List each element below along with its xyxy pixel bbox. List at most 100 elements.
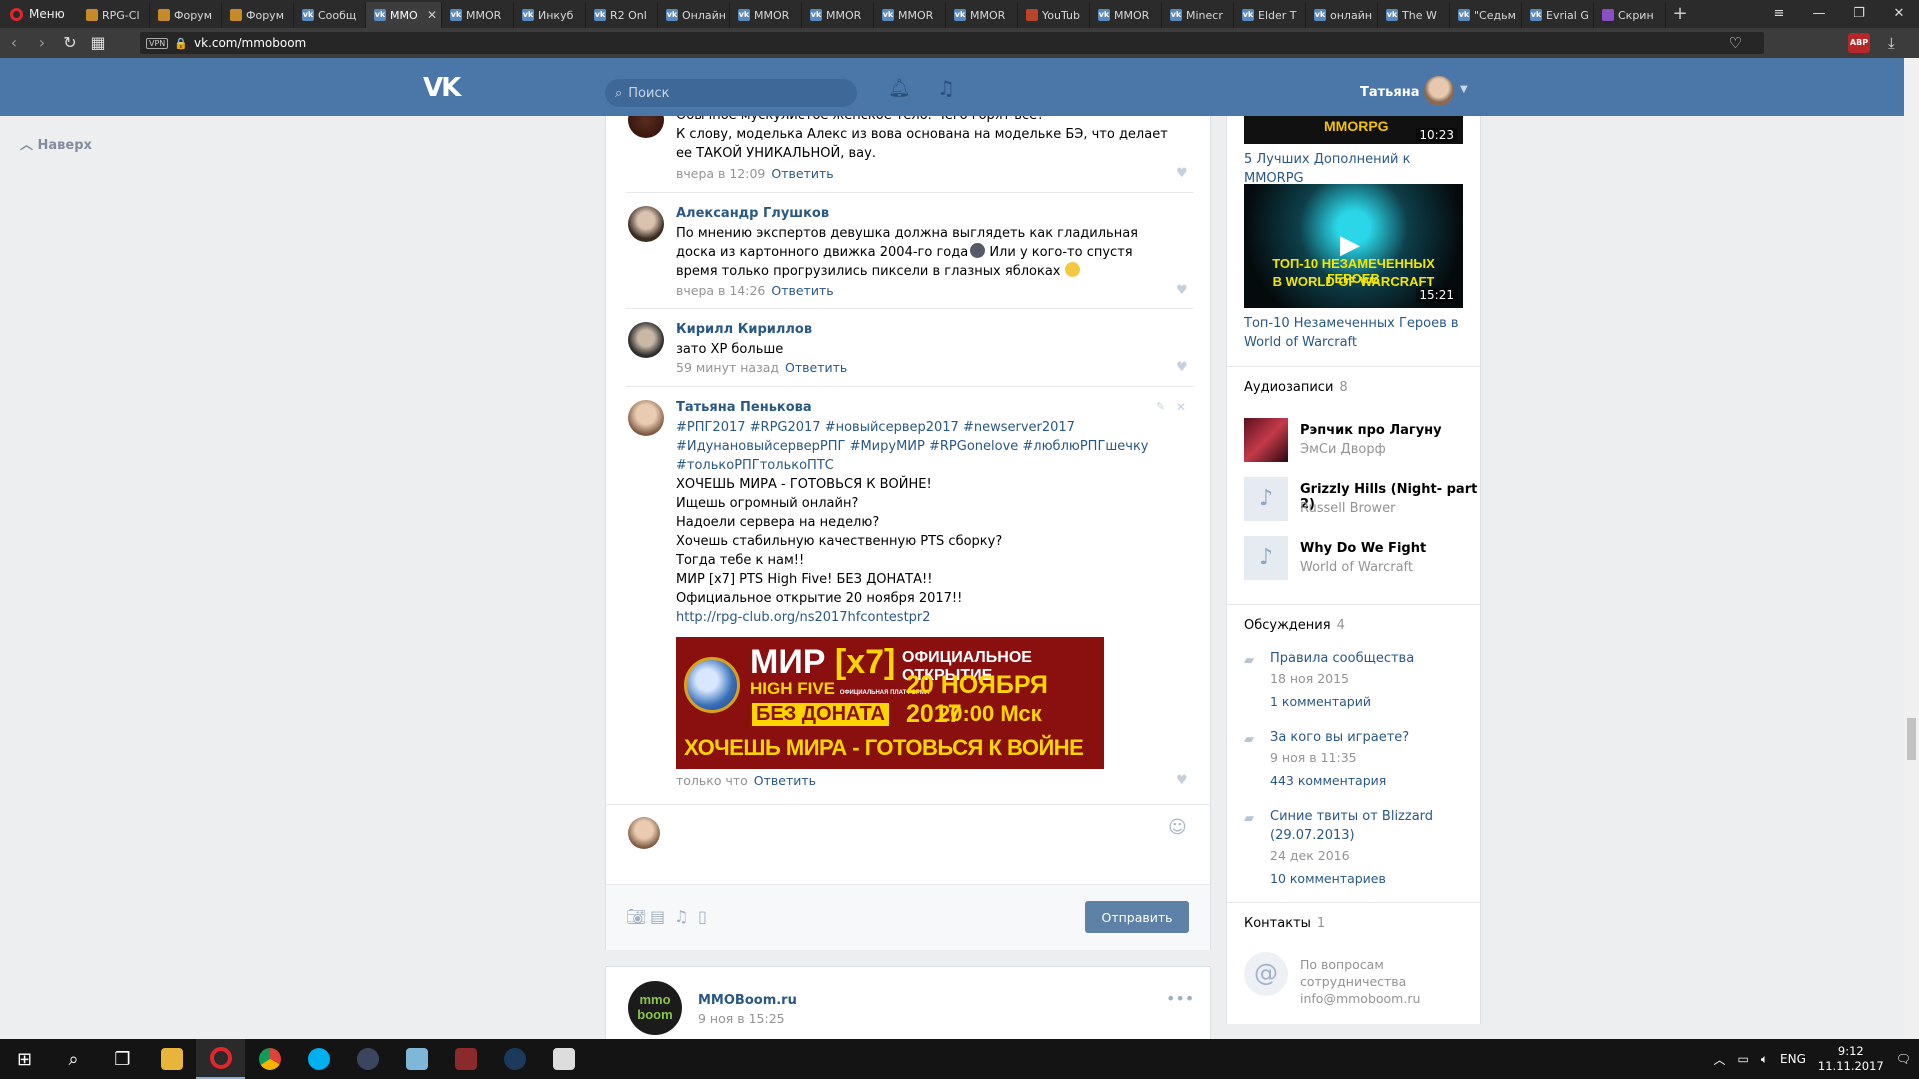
discussion-title[interactable]: Правила сообщества (1270, 649, 1470, 668)
send-button[interactable]: Отправить (1085, 901, 1189, 933)
audio-title[interactable]: Why Do We Fight (1300, 541, 1426, 556)
promo-banner-image[interactable]: МИР [x7] HIGH FIVE ОФИЦИАЛЬНАЯ ПЛАТФОРМА… (676, 637, 1104, 769)
browser-tab[interactable]: vk "Седьм (1450, 2, 1522, 28)
back-to-top-button[interactable]: ︿ Наверх (20, 134, 92, 153)
header-username[interactable]: Татьяна (1360, 85, 1420, 100)
language-indicator[interactable]: ENG (1780, 1052, 1806, 1066)
lock-icon[interactable]: 🔒 (174, 37, 188, 50)
comment-time[interactable]: только что (676, 773, 748, 788)
reply-link[interactable]: Ответить (785, 360, 847, 375)
discussions-header[interactable]: Обсуждения 4 (1244, 618, 1345, 633)
audio-artist[interactable]: ЭмСи Дворф (1300, 442, 1386, 457)
file-explorer-icon[interactable] (147, 1039, 196, 1079)
discussion-count[interactable]: 10 комментариев (1270, 871, 1386, 886)
like-heart-icon[interactable]: ♥ (1176, 360, 1188, 375)
browser-tab[interactable]: YouTub (1018, 2, 1090, 28)
audio-title[interactable]: Рэпчик про Лагуну (1300, 423, 1442, 438)
contact-email[interactable]: info@mmoboom.ru (1300, 991, 1420, 1006)
video-thumbnail[interactable]: MMORPG 10:23 (1244, 116, 1463, 144)
browser-tab[interactable]: vk Minecr (1162, 2, 1234, 28)
header-avatar[interactable] (1424, 76, 1454, 106)
video-icon[interactable]: ▤ (650, 907, 665, 926)
minimize-button[interactable]: — (1799, 0, 1839, 28)
forward-button[interactable]: › (28, 28, 56, 58)
discussion-count[interactable]: 1 комментарий (1270, 694, 1371, 709)
tray-chevron-up-icon[interactable]: ︿ (1713, 1051, 1725, 1068)
like-heart-icon[interactable]: ♥ (1176, 773, 1188, 788)
emoji-picker-icon[interactable]: ☺ (1168, 817, 1187, 838)
app-taskbar-icon[interactable] (441, 1039, 490, 1079)
skype-taskbar-icon[interactable] (294, 1039, 343, 1079)
scrollbar-thumb[interactable] (1907, 718, 1916, 760)
like-heart-icon[interactable]: ♥ (1176, 166, 1188, 181)
browser-tab[interactable]: RPG-Cl (78, 2, 150, 28)
browser-tab[interactable]: Скрин (1594, 2, 1666, 28)
browser-tab[interactable]: vk MMOR (730, 2, 802, 28)
browser-tab[interactable]: vk MMOR (1090, 2, 1162, 28)
post-author[interactable]: MMOBoom.ru (698, 993, 797, 1008)
search-box[interactable]: ⌕ (605, 79, 857, 107)
comment-link[interactable]: http://rpg-club.org/ns2017hfcontestpr2 (676, 608, 1176, 627)
comment-avatar[interactable] (628, 322, 664, 358)
steam-taskbar-icon[interactable] (490, 1039, 539, 1079)
audio-cover[interactable] (1244, 418, 1288, 462)
browser-tab[interactable]: Форум (222, 2, 294, 28)
reply-link[interactable]: Ответить (754, 773, 816, 788)
video-title[interactable]: 5 Лучших Дополнений к MMORPG (1244, 150, 1474, 188)
audio-header[interactable]: Аудиозаписи 8 (1244, 380, 1348, 395)
volume-icon[interactable]: 🔈︎ (1761, 1052, 1768, 1067)
speed-dial-icon[interactable]: ▦ (84, 28, 112, 58)
search-input[interactable] (628, 85, 839, 101)
vpn-badge[interactable]: VPN (146, 37, 169, 49)
audio-artist[interactable]: Russell Brower (1300, 501, 1396, 516)
notifications-bell-icon[interactable]: 🔔︎ (888, 78, 911, 99)
audio-artist[interactable]: World of Warcraft (1300, 560, 1413, 575)
browser-tab[interactable]: Форум (150, 2, 222, 28)
browser-tab[interactable]: vk R2 Onl (586, 2, 658, 28)
network-icon[interactable]: ▭ (1738, 1052, 1749, 1066)
url-field[interactable]: VPN 🔒 vk.com/mmoboom ♡ (140, 32, 1764, 54)
reply-link[interactable]: Ответить (771, 283, 833, 298)
browser-tab[interactable]: vk Инкуб (514, 2, 586, 28)
page-scrollbar[interactable] (1904, 58, 1919, 1039)
opera-taskbar-icon[interactable] (196, 1039, 245, 1079)
music-note-icon[interactable]: ♪ (1244, 477, 1288, 521)
app-taskbar-icon[interactable] (343, 1039, 392, 1079)
contacts-header[interactable]: Контакты 1 (1244, 916, 1325, 931)
back-button[interactable]: ‹ (0, 28, 28, 58)
video-thumbnail[interactable]: ▶ ТОП-10 НЕЗАМЕЧЕННЫХ ГЕРОЕВ В WORLD OF … (1244, 184, 1463, 308)
restore-button[interactable]: ❐ (1839, 0, 1879, 28)
community-avatar[interactable]: mmo boom (628, 981, 682, 1035)
close-tab-icon[interactable]: ✕ (427, 8, 437, 22)
comment-time[interactable]: вчера в 14:26 (676, 283, 765, 298)
comment-input[interactable] (674, 815, 1154, 851)
comment-author[interactable]: Александр Глушков (676, 206, 829, 221)
clock[interactable]: 9:12 11.11.2017 (1818, 1044, 1884, 1074)
browser-tab[interactable]: vk MMOR (442, 2, 514, 28)
close-window-button[interactable]: ✕ (1879, 0, 1919, 28)
notifications-icon[interactable]: 🗨︎ (1896, 1052, 1911, 1066)
vk-logo-icon[interactable]: VK (423, 73, 461, 103)
browser-tab[interactable]: vk Онлайн (658, 2, 730, 28)
comment-time[interactable]: вчера в 12:09 (676, 166, 765, 181)
search-icon[interactable]: ⌕ (49, 1039, 98, 1079)
download-icon[interactable]: ⤓ (1888, 34, 1895, 52)
app-taskbar-icon[interactable] (392, 1039, 441, 1079)
browser-tab[interactable]: vk Evrial G (1522, 2, 1594, 28)
comment-author[interactable]: Татьяна Пенькова (676, 400, 812, 415)
music-note-icon[interactable]: ♫ (937, 76, 955, 100)
edit-pencil-icon[interactable]: ✎ (1156, 400, 1165, 413)
more-options-icon[interactable]: ••• (1166, 989, 1194, 1008)
discussion-count[interactable]: 443 комментария (1270, 773, 1386, 788)
document-icon[interactable]: ▯ (698, 907, 707, 926)
chrome-taskbar-icon[interactable] (245, 1039, 294, 1079)
reply-link[interactable]: Ответить (771, 166, 833, 181)
browser-tab[interactable]: vk MMO ✕ (366, 2, 442, 28)
comment-author[interactable]: Кирилл Кириллов (676, 322, 812, 337)
browser-tab[interactable]: vk Сообщ (294, 2, 366, 28)
discussion-title[interactable]: Синие твиты от Blizzard (29.07.2013) (1270, 807, 1470, 845)
discussion-title[interactable]: За кого вы играете? (1270, 728, 1470, 747)
task-view-icon[interactable]: ❐ (98, 1039, 147, 1079)
music-note-icon[interactable]: ♪ (1244, 536, 1288, 580)
comment-avatar[interactable] (628, 116, 664, 138)
